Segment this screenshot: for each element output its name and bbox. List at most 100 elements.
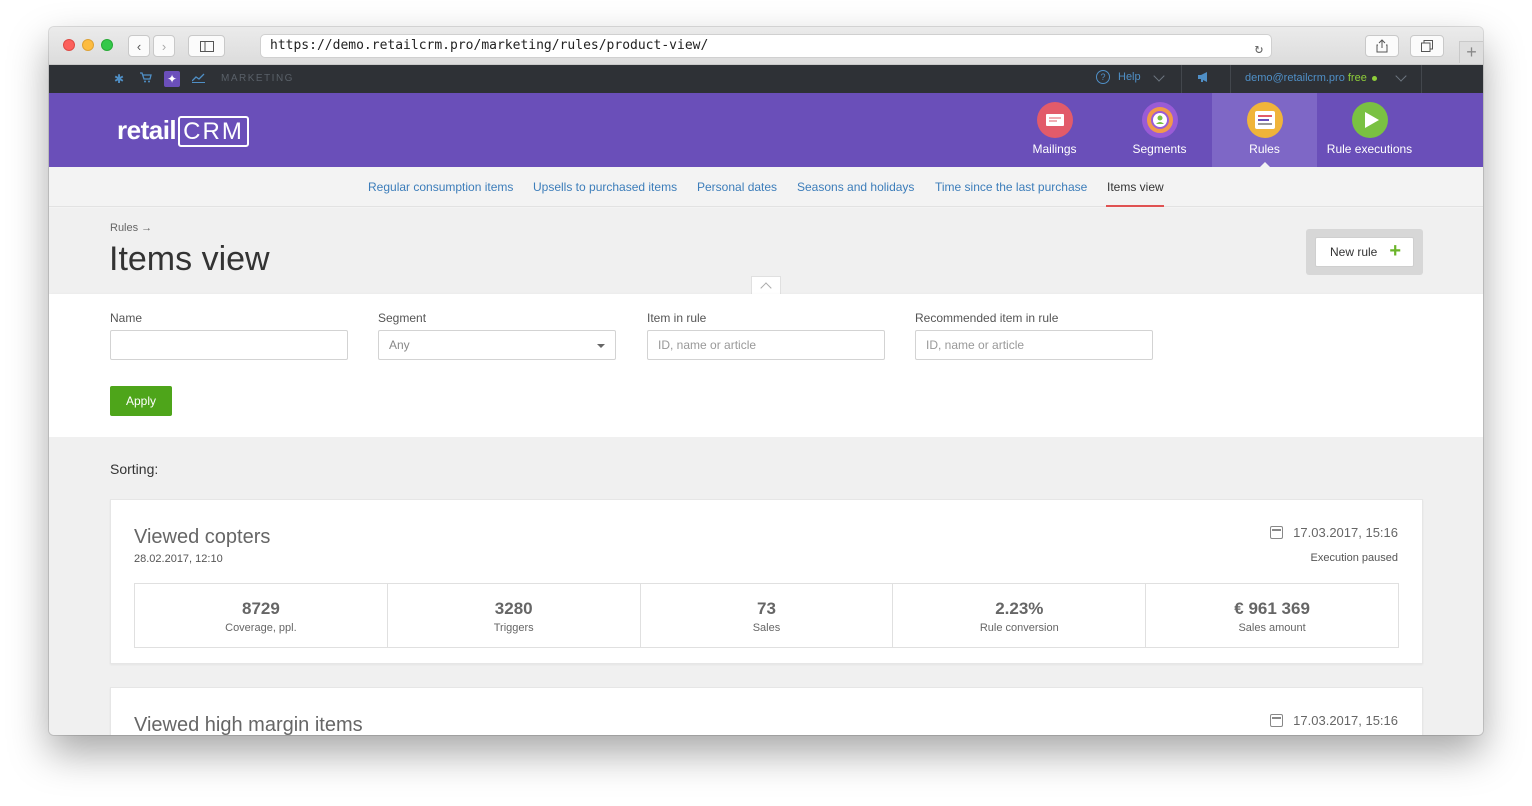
browser-toolbar: ‹ › https://demo.retailcrm.pro/marketing… bbox=[49, 27, 1483, 65]
active-tab-indicator bbox=[1106, 205, 1164, 207]
subnav-regular-consumption[interactable]: Regular consumption items bbox=[368, 180, 513, 194]
help-icon: ? bbox=[1096, 70, 1110, 84]
plus-icon: + bbox=[1389, 240, 1401, 262]
item-in-rule-input[interactable]: ID, name or article bbox=[647, 330, 885, 360]
sorting-label[interactable]: Sorting: bbox=[110, 461, 158, 477]
nav-rule-executions[interactable]: Rule executions bbox=[1317, 93, 1422, 167]
mailings-icon bbox=[1036, 102, 1073, 138]
divider bbox=[1421, 65, 1422, 93]
analytics-icon[interactable] bbox=[190, 71, 206, 87]
rule-schedule: 17.03.2017, 15:16 bbox=[1270, 713, 1398, 728]
recommended-item-label: Recommended item in rule bbox=[915, 311, 1059, 325]
online-status-icon bbox=[1371, 75, 1377, 81]
subnav-personal-dates[interactable]: Personal dates bbox=[697, 180, 777, 194]
new-rule-label: New rule bbox=[1330, 245, 1378, 259]
chevron-down-icon[interactable] bbox=[1153, 70, 1165, 82]
rule-schedule: 17.03.2017, 15:16 bbox=[1270, 525, 1398, 540]
rules-subnav: Regular consumption items Upsells to pur… bbox=[49, 167, 1483, 207]
marketing-icon[interactable]: ✦ bbox=[164, 71, 180, 87]
sidebar-toggle-button[interactable] bbox=[188, 35, 225, 57]
nav-segments[interactable]: Segments bbox=[1107, 93, 1212, 167]
stat-conversion: 2.23% Rule conversion bbox=[893, 584, 1147, 647]
stat-sales: 73 Sales bbox=[641, 584, 894, 647]
nav-label: Rule executions bbox=[1326, 142, 1413, 156]
rule-executions-icon bbox=[1351, 102, 1388, 138]
apply-button[interactable]: Apply bbox=[110, 386, 172, 416]
reload-icon[interactable]: ↻ bbox=[1255, 38, 1263, 60]
segment-select[interactable]: Any bbox=[378, 330, 616, 360]
sidebar-icon bbox=[199, 40, 214, 52]
retailcrm-logo[interactable]: retail CRM bbox=[117, 115, 249, 147]
subnav-seasons[interactable]: Seasons and holidays bbox=[797, 180, 914, 194]
nav-rules[interactable]: Rules bbox=[1212, 93, 1317, 168]
subnav-upsells[interactable]: Upsells to purchased items bbox=[533, 180, 677, 194]
chevron-right-icon: › bbox=[161, 38, 167, 54]
rule-stats: 8729 Coverage, ppl. 3280 Triggers 73 Sal… bbox=[134, 583, 1399, 648]
stat-label: Rule conversion bbox=[979, 622, 1059, 634]
stat-value: 2.23% bbox=[995, 599, 1044, 618]
address-bar[interactable]: https://demo.retailcrm.pro/marketing/rul… bbox=[260, 34, 1272, 58]
calendar-icon bbox=[1270, 714, 1284, 727]
tabs-button[interactable] bbox=[1410, 35, 1444, 57]
zoom-window-button[interactable] bbox=[101, 39, 113, 51]
chevron-up-icon bbox=[760, 282, 772, 294]
nav-label: Segments bbox=[1132, 142, 1187, 156]
stat-value: 73 bbox=[757, 599, 776, 618]
subnav-time-since[interactable]: Time since the last purchase bbox=[935, 180, 1087, 194]
user-chevron-down-icon[interactable] bbox=[1395, 70, 1407, 82]
segment-label: Segment bbox=[378, 311, 427, 325]
logo-crm: CRM bbox=[178, 116, 249, 147]
user-email: demo@retailcrm.pro bbox=[1245, 72, 1345, 84]
rule-card[interactable]: Viewed copters 28.02.2017, 12:10 17.03.2… bbox=[110, 499, 1423, 664]
stat-triggers: 3280 Triggers bbox=[388, 584, 641, 647]
name-label: Name bbox=[110, 311, 143, 325]
plan-badge: free bbox=[1347, 72, 1367, 84]
user-menu[interactable]: demo@retailcrm.pro free bbox=[1245, 72, 1377, 84]
rule-title[interactable]: Viewed copters bbox=[134, 526, 270, 549]
rule-title[interactable]: Viewed high margin items bbox=[134, 714, 363, 735]
segment-value: Any bbox=[389, 338, 410, 352]
stat-label: Sales amount bbox=[1238, 622, 1306, 634]
stat-value: € 961 369 bbox=[1234, 599, 1310, 618]
collapse-filters-button[interactable] bbox=[751, 276, 781, 295]
module-header: retail CRM Mailings Segments Rules Rule … bbox=[49, 93, 1483, 168]
rule-status: Execution paused bbox=[1310, 552, 1398, 564]
app-topbar: ✱ ✦ MARKETING ? Help demo@retailcrm.pro … bbox=[49, 65, 1483, 93]
share-button[interactable] bbox=[1365, 35, 1399, 57]
divider bbox=[1230, 65, 1231, 93]
item-in-rule-label: Item in rule bbox=[647, 311, 707, 325]
settings-icon[interactable]: ✱ bbox=[111, 71, 127, 87]
page-title: Items view bbox=[109, 240, 270, 278]
subnav-items-view[interactable]: Items view bbox=[1107, 180, 1164, 194]
announcement-icon[interactable] bbox=[1196, 71, 1212, 87]
url-text: https://demo.retailcrm.pro/marketing/rul… bbox=[270, 38, 709, 53]
help-menu[interactable]: ? Help bbox=[1096, 70, 1141, 84]
chevron-left-icon: ‹ bbox=[136, 38, 142, 54]
rules-icon bbox=[1246, 102, 1283, 138]
calendar-icon bbox=[1270, 526, 1284, 539]
rule-card[interactable]: Viewed high margin items 17.03.2017, 15:… bbox=[110, 687, 1423, 735]
share-icon bbox=[1376, 39, 1388, 53]
new-tab-button[interactable]: + bbox=[1459, 41, 1483, 63]
stat-value: 8729 bbox=[241, 599, 280, 618]
rule-schedule-date: 17.03.2017, 15:16 bbox=[1293, 525, 1398, 540]
minimize-window-button[interactable] bbox=[82, 39, 94, 51]
back-button[interactable]: ‹ bbox=[128, 35, 150, 57]
rule-created-date: 28.02.2017, 12:10 bbox=[134, 553, 223, 565]
nav-mailings[interactable]: Mailings bbox=[1002, 93, 1107, 167]
stat-value: 3280 bbox=[494, 599, 533, 618]
recommended-item-input[interactable]: ID, name or article bbox=[915, 330, 1153, 360]
tabs-icon bbox=[1421, 40, 1433, 52]
segments-icon bbox=[1141, 102, 1178, 138]
cart-icon[interactable] bbox=[138, 71, 154, 87]
breadcrumb[interactable]: Rules → bbox=[110, 222, 152, 234]
new-rule-button[interactable]: New rule + bbox=[1315, 237, 1414, 267]
nav-label: Rules bbox=[1249, 142, 1280, 156]
close-window-button[interactable] bbox=[63, 39, 75, 51]
nav-label: Mailings bbox=[1032, 142, 1077, 156]
stat-label: Triggers bbox=[493, 622, 534, 634]
browser-window: ‹ › https://demo.retailcrm.pro/marketing… bbox=[49, 27, 1483, 735]
forward-button[interactable]: › bbox=[153, 35, 175, 57]
name-input[interactable] bbox=[110, 330, 348, 360]
stat-label: Sales bbox=[752, 622, 781, 634]
